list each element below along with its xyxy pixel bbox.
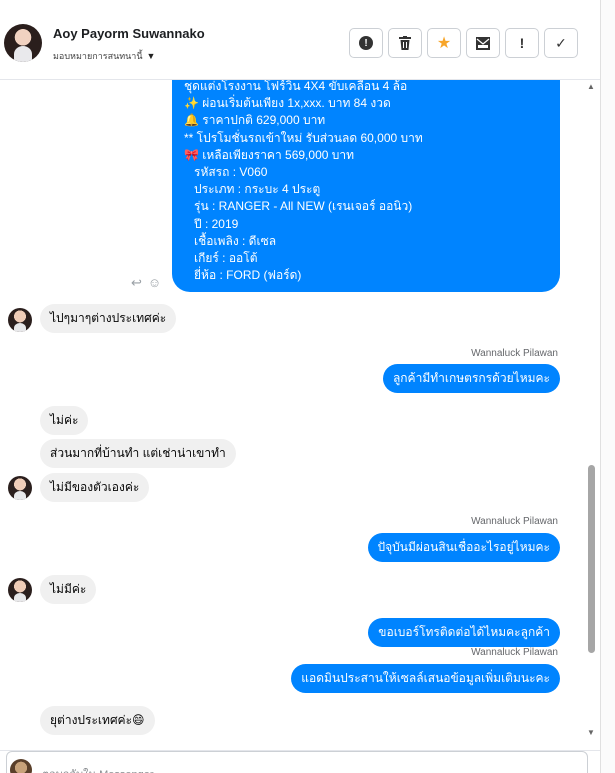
- outgoing-message[interactable]: ขอเบอร์โทรติดต่อได้ไหมคะลูกค้า: [368, 618, 560, 647]
- trash-icon: [399, 36, 411, 50]
- scrollbar-thumb[interactable]: [588, 465, 595, 653]
- contact-avatar-small[interactable]: [8, 476, 32, 500]
- message-composer: ตอบกลับใน Messenger: [0, 750, 600, 773]
- outgoing-message[interactable]: ลูกค้ามีทำเกษตรกรด้วยไหมคะ: [382, 364, 560, 393]
- sender-name: Wannaluck Pilawan: [471, 647, 558, 658]
- card-line: เชื้อเพลิง : ดีเซล: [194, 233, 277, 248]
- card-line: เกียร์ : ออโต้: [194, 251, 258, 266]
- contact-name[interactable]: Aoy Payorm Suwannako: [53, 26, 205, 41]
- reply-icon[interactable]: ↩: [131, 275, 142, 291]
- delete-button[interactable]: [388, 28, 422, 58]
- contact-avatar[interactable]: [4, 24, 42, 62]
- incoming-message[interactable]: ไม่ค่ะ: [40, 406, 89, 435]
- scroll-down-icon[interactable]: ▼: [587, 728, 595, 737]
- outgoing-message[interactable]: ปัจุบันมีผ่อนสินเชื่ออะไรอยู่ไหมคะ: [367, 533, 560, 562]
- incoming-message[interactable]: ไม่มีค่ะ: [40, 575, 97, 604]
- car-listing-message[interactable]: ชุดแต่งโรงงาน โฟร์วิน 4X4 ขับเคลื่อน 4 ล…: [172, 70, 560, 292]
- exclamation-icon: !: [519, 35, 525, 51]
- side-panel-edge: [600, 0, 615, 773]
- mark-spam-button[interactable]: !: [505, 28, 539, 58]
- star-icon: ★: [436, 35, 452, 52]
- card-line: รหัสรถ : V060: [194, 165, 268, 180]
- sender-name: Wannaluck Pilawan: [471, 516, 558, 527]
- outgoing-message[interactable]: แอดมินประสานให้เซลล์เสนอข้อมูลเพิ่มเติมน…: [291, 664, 560, 693]
- card-line: ชุดแต่งโรงงาน โฟร์วิน 4X4 ขับเคลื่อน 4 ล…: [184, 79, 408, 93]
- archive-mail-icon: [476, 36, 490, 50]
- incoming-message[interactable]: ส่วนมากที่บ้านทำ แต่เช่าน่าเขาทำ: [40, 439, 236, 468]
- conversation-window: Aoy Payorm Suwannako มอบหมายการสนทนานี้ …: [0, 0, 615, 773]
- card-line: 🎀 เหลือเพียงราคา 569,000 บาท: [184, 147, 355, 162]
- card-line: 🔔 ราคาปกติ 629,000 บาท: [184, 113, 326, 128]
- assign-conversation-dropdown[interactable]: มอบหมายการสนทนานี้ ▼: [53, 49, 155, 63]
- conversation-toolbar: ! ★ ! ✓: [349, 28, 578, 58]
- card-line: ✨ ผ่อนเริ่มต้นเพียง 1x,xxx. บาท 84 งวด: [184, 96, 391, 111]
- card-line: ** โปรโมชั่นรถเข้าใหม่ รับส่วนลด 60,000 …: [184, 130, 423, 145]
- caret-down-icon: ▼: [146, 51, 156, 61]
- incoming-message[interactable]: ยุต่างประเทศค่ะ😄: [40, 706, 155, 735]
- card-line: ประเภท : กระบะ 4 ประตู: [194, 182, 321, 197]
- contact-avatar-small[interactable]: [8, 578, 32, 602]
- card-line: ปี : 2019: [194, 216, 239, 231]
- alert-circle-icon: !: [359, 36, 373, 50]
- incoming-message[interactable]: ไปๆมาๆต่างประเทศค่ะ: [40, 304, 177, 333]
- reply-placeholder: ตอบกลับใน Messenger: [42, 765, 153, 773]
- report-button[interactable]: !: [349, 28, 383, 58]
- incoming-message[interactable]: ไม่มีของตัวเองค่ะ: [40, 473, 150, 502]
- assign-conversation-label: มอบหมายการสนทนานี้: [53, 51, 143, 61]
- conversation-header: Aoy Payorm Suwannako มอบหมายการสนทนานี้ …: [0, 0, 600, 80]
- contact-avatar-small[interactable]: [8, 308, 32, 332]
- scroll-up-icon[interactable]: ▲: [587, 82, 595, 91]
- check-icon: ✓: [555, 34, 567, 51]
- card-line: ยี่ห้อ : FORD (ฟอร์ด): [194, 268, 302, 283]
- message-thread[interactable]: ชุดแต่งโรงงาน โฟร์วิน 4X4 ขับเคลื่อน 4 ล…: [0, 70, 585, 750]
- message-actions: ↩ ☺: [131, 275, 161, 291]
- archive-button[interactable]: [466, 28, 500, 58]
- react-icon[interactable]: ☺: [148, 275, 161, 291]
- star-button[interactable]: ★: [427, 28, 461, 58]
- sender-name: Wannaluck Pilawan: [471, 348, 558, 359]
- card-line: รุ่น : RANGER - All NEW (เรนเจอร์ ออนิว): [194, 199, 413, 214]
- mark-done-button[interactable]: ✓: [544, 28, 578, 58]
